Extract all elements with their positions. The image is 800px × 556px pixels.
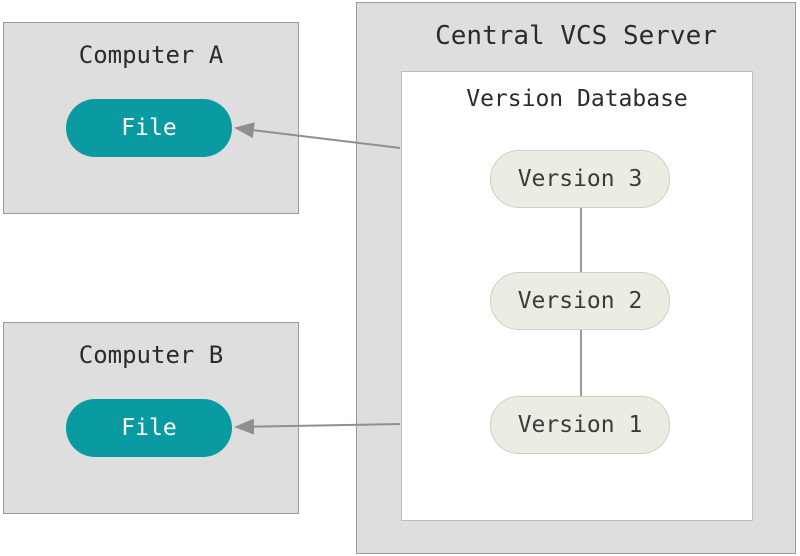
version-1-pill: Version 1 <box>490 396 670 454</box>
version-2-pill: Version 2 <box>490 272 670 330</box>
computer-b-title: Computer B <box>4 341 298 369</box>
server-title: Central VCS Server <box>357 21 795 51</box>
server-box: Central VCS Server Version Database Vers… <box>356 2 796 554</box>
connector-v3-v2 <box>580 208 582 272</box>
connector-v2-v1 <box>580 330 582 396</box>
computer-a-title: Computer A <box>4 41 298 69</box>
version-database-title: Version Database <box>402 86 752 112</box>
computer-b-file-pill: File <box>66 399 232 457</box>
computer-a-file-label: File <box>121 115 176 141</box>
version-3-label: Version 3 <box>518 166 643 192</box>
version-2-label: Version 2 <box>518 288 643 314</box>
version-3-pill: Version 3 <box>490 150 670 208</box>
computer-a-box: Computer A File <box>3 22 299 214</box>
computer-b-file-label: File <box>121 415 176 441</box>
computer-a-file-pill: File <box>66 99 232 157</box>
version-1-label: Version 1 <box>518 412 643 438</box>
computer-b-box: Computer B File <box>3 322 299 514</box>
diagram-canvas: Computer A File Computer B File Central … <box>0 0 800 556</box>
version-database-panel: Version Database Version 3 Version 2 Ver… <box>401 71 753 521</box>
